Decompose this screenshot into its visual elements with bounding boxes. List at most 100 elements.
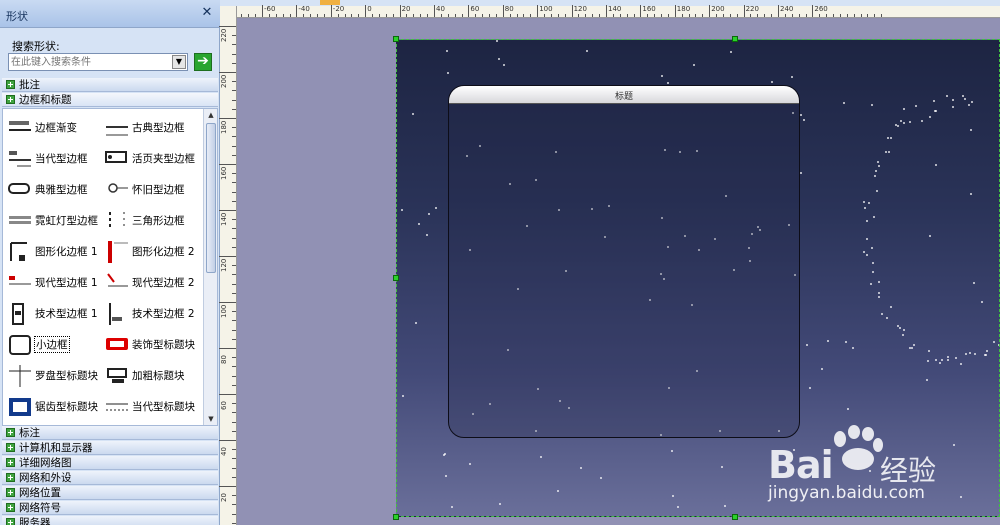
stencil-shape[interactable]: 典雅型边框 — [3, 175, 103, 203]
ruler-tick — [232, 504, 236, 506]
stencil-category[interactable]: 网络位置 — [2, 486, 218, 500]
star-dot — [803, 119, 806, 122]
stencil-icon — [6, 95, 15, 104]
ruler-tick — [232, 283, 236, 285]
stencil-icon — [6, 473, 15, 482]
stencil-category[interactable]: 边框和标题 — [2, 93, 218, 107]
ruler-major-tick — [219, 210, 236, 211]
selection-handle-top-left[interactable] — [393, 36, 399, 42]
stencil-shape-label: 技术型边框 1 — [35, 308, 98, 320]
star-dot — [934, 164, 937, 167]
ruler-label: 100 — [539, 5, 553, 13]
ruler-tick — [232, 513, 236, 515]
star-dot — [863, 250, 865, 253]
stencil-shape-label: 图形化边框 1 — [35, 246, 98, 258]
ruler-tick — [232, 522, 236, 524]
selection-handle-top-middle[interactable] — [732, 36, 738, 42]
stencil-shape[interactable]: 霓虹灯型边框 — [3, 206, 103, 234]
shapes-scrollbar[interactable]: ▲ ▼ — [203, 109, 217, 425]
star-dot — [973, 353, 976, 356]
stencil-shape[interactable]: 当代型标题块 — [100, 392, 200, 420]
ruler-major-tick — [219, 394, 236, 395]
star-dot — [992, 341, 995, 344]
horizontal-ruler[interactable]: -60 -40 -20 0 20 40 60 80 100 120 140 160 180 200 220 2… — [237, 5, 1000, 18]
stencil-shape[interactable]: 当代型边框 — [3, 144, 103, 172]
ruler-tick — [626, 14, 628, 17]
ruler-tick — [351, 14, 353, 17]
stencil-category[interactable]: 服务器 — [2, 516, 218, 525]
ruler-label: 100 — [220, 304, 228, 318]
chevron-down-icon[interactable]: ▼ — [172, 55, 186, 69]
stencil-shape[interactable]: 现代型边框 2 — [100, 268, 200, 296]
ruler-tick — [385, 14, 387, 17]
ruler-tick — [881, 14, 883, 17]
star-dot — [968, 103, 971, 106]
ruler-tick — [317, 14, 319, 17]
selection-handle-bottom-middle[interactable] — [732, 514, 738, 520]
star-dot — [954, 356, 957, 359]
ruler-label: 140 — [220, 212, 228, 226]
stencil-shape[interactable]: 图形化边框 1 — [3, 237, 103, 265]
stencil-shape[interactable]: 技术型边框 2 — [100, 299, 200, 327]
ruler-label: 120 — [573, 5, 587, 13]
stencil-shape[interactable]: 边框渐变 — [3, 113, 103, 141]
star-dot — [876, 190, 879, 193]
stencil-shape[interactable]: 加粗标题块 — [100, 361, 200, 389]
ruler-tick — [232, 357, 236, 359]
ruler-tick — [232, 265, 236, 267]
star-dot — [435, 207, 438, 210]
stencil-shape[interactable]: 怀旧型边框 — [100, 175, 200, 203]
stencil-shape[interactable]: 小边框 — [3, 330, 103, 358]
stencil-category[interactable]: 详细网络图 — [2, 456, 218, 470]
stencil-shape[interactable]: 技术型边框 1 — [3, 299, 103, 327]
stencil-category[interactable]: 网络和外设 — [2, 471, 218, 485]
ruler-tick — [248, 14, 250, 17]
ruler-tick — [232, 35, 236, 37]
stencil-shape[interactable]: 古典型边框 — [100, 113, 200, 141]
selection-handle-middle-left[interactable] — [393, 275, 399, 281]
scroll-down-icon[interactable]: ▼ — [204, 413, 217, 425]
ruler-tick — [232, 44, 236, 46]
star-dot — [580, 466, 583, 469]
scroll-up-icon[interactable]: ▲ — [204, 109, 217, 121]
close-icon[interactable]: ✕ — [200, 6, 214, 20]
scroll-thumb[interactable] — [206, 123, 216, 273]
ruler-label: 160 — [642, 5, 656, 13]
stencil-shape[interactable]: 装饰型标题块 — [100, 330, 200, 358]
stencil-shape[interactable]: 活页夹型边框 — [100, 144, 200, 172]
ruler-major-tick — [219, 256, 236, 257]
stencil-category[interactable]: 网络符号 — [2, 501, 218, 515]
stencil-category[interactable]: 批注 — [2, 78, 218, 92]
stencil-shape[interactable]: 锯齿型标题块 — [3, 392, 103, 420]
search-input[interactable] — [11, 55, 171, 69]
star-dot — [871, 104, 874, 107]
selection-handle-bottom-left[interactable] — [393, 514, 399, 520]
frame-title-bar: 标题 — [449, 86, 799, 104]
ruler-tick — [232, 467, 236, 469]
stencil-shape[interactable]: 图形化边框 2 — [100, 237, 200, 265]
stencil-shape[interactable]: 现代型边框 1 — [3, 268, 103, 296]
star-dot — [961, 95, 964, 98]
star-dot — [928, 235, 931, 238]
stencil-shape[interactable]: 三角形边框 — [100, 206, 200, 234]
ruler-tick — [839, 14, 841, 17]
ruler-tick — [475, 14, 477, 17]
star-dot — [821, 367, 824, 370]
star-dot — [446, 49, 449, 52]
ruler-major-tick — [219, 118, 236, 119]
ruler-tick — [232, 99, 236, 101]
ruler-tick — [344, 14, 346, 17]
ruler-major-tick — [640, 5, 642, 17]
stencil-category[interactable]: 计算机和显示器 — [2, 441, 218, 455]
stencil-shape[interactable]: 罗盘型标题块 — [3, 361, 103, 389]
small-border-shape[interactable]: 标题 — [448, 85, 800, 438]
ruler-label: 160 — [220, 166, 228, 180]
search-go-button[interactable]: ➔ — [194, 53, 212, 71]
stencil-category[interactable]: 标注 — [2, 426, 218, 440]
graphic-border-1-icon — [10, 242, 27, 261]
vertical-ruler[interactable]: 220 200 180 160 140 120 100 80 60 40 20 — [219, 6, 237, 525]
stencil-shape-label: 锯齿型标题块 — [35, 401, 98, 413]
stencil-category-label: 网络符号 — [19, 502, 61, 514]
ruler-tick — [232, 219, 236, 221]
zigzag-title-block-icon — [9, 398, 31, 416]
